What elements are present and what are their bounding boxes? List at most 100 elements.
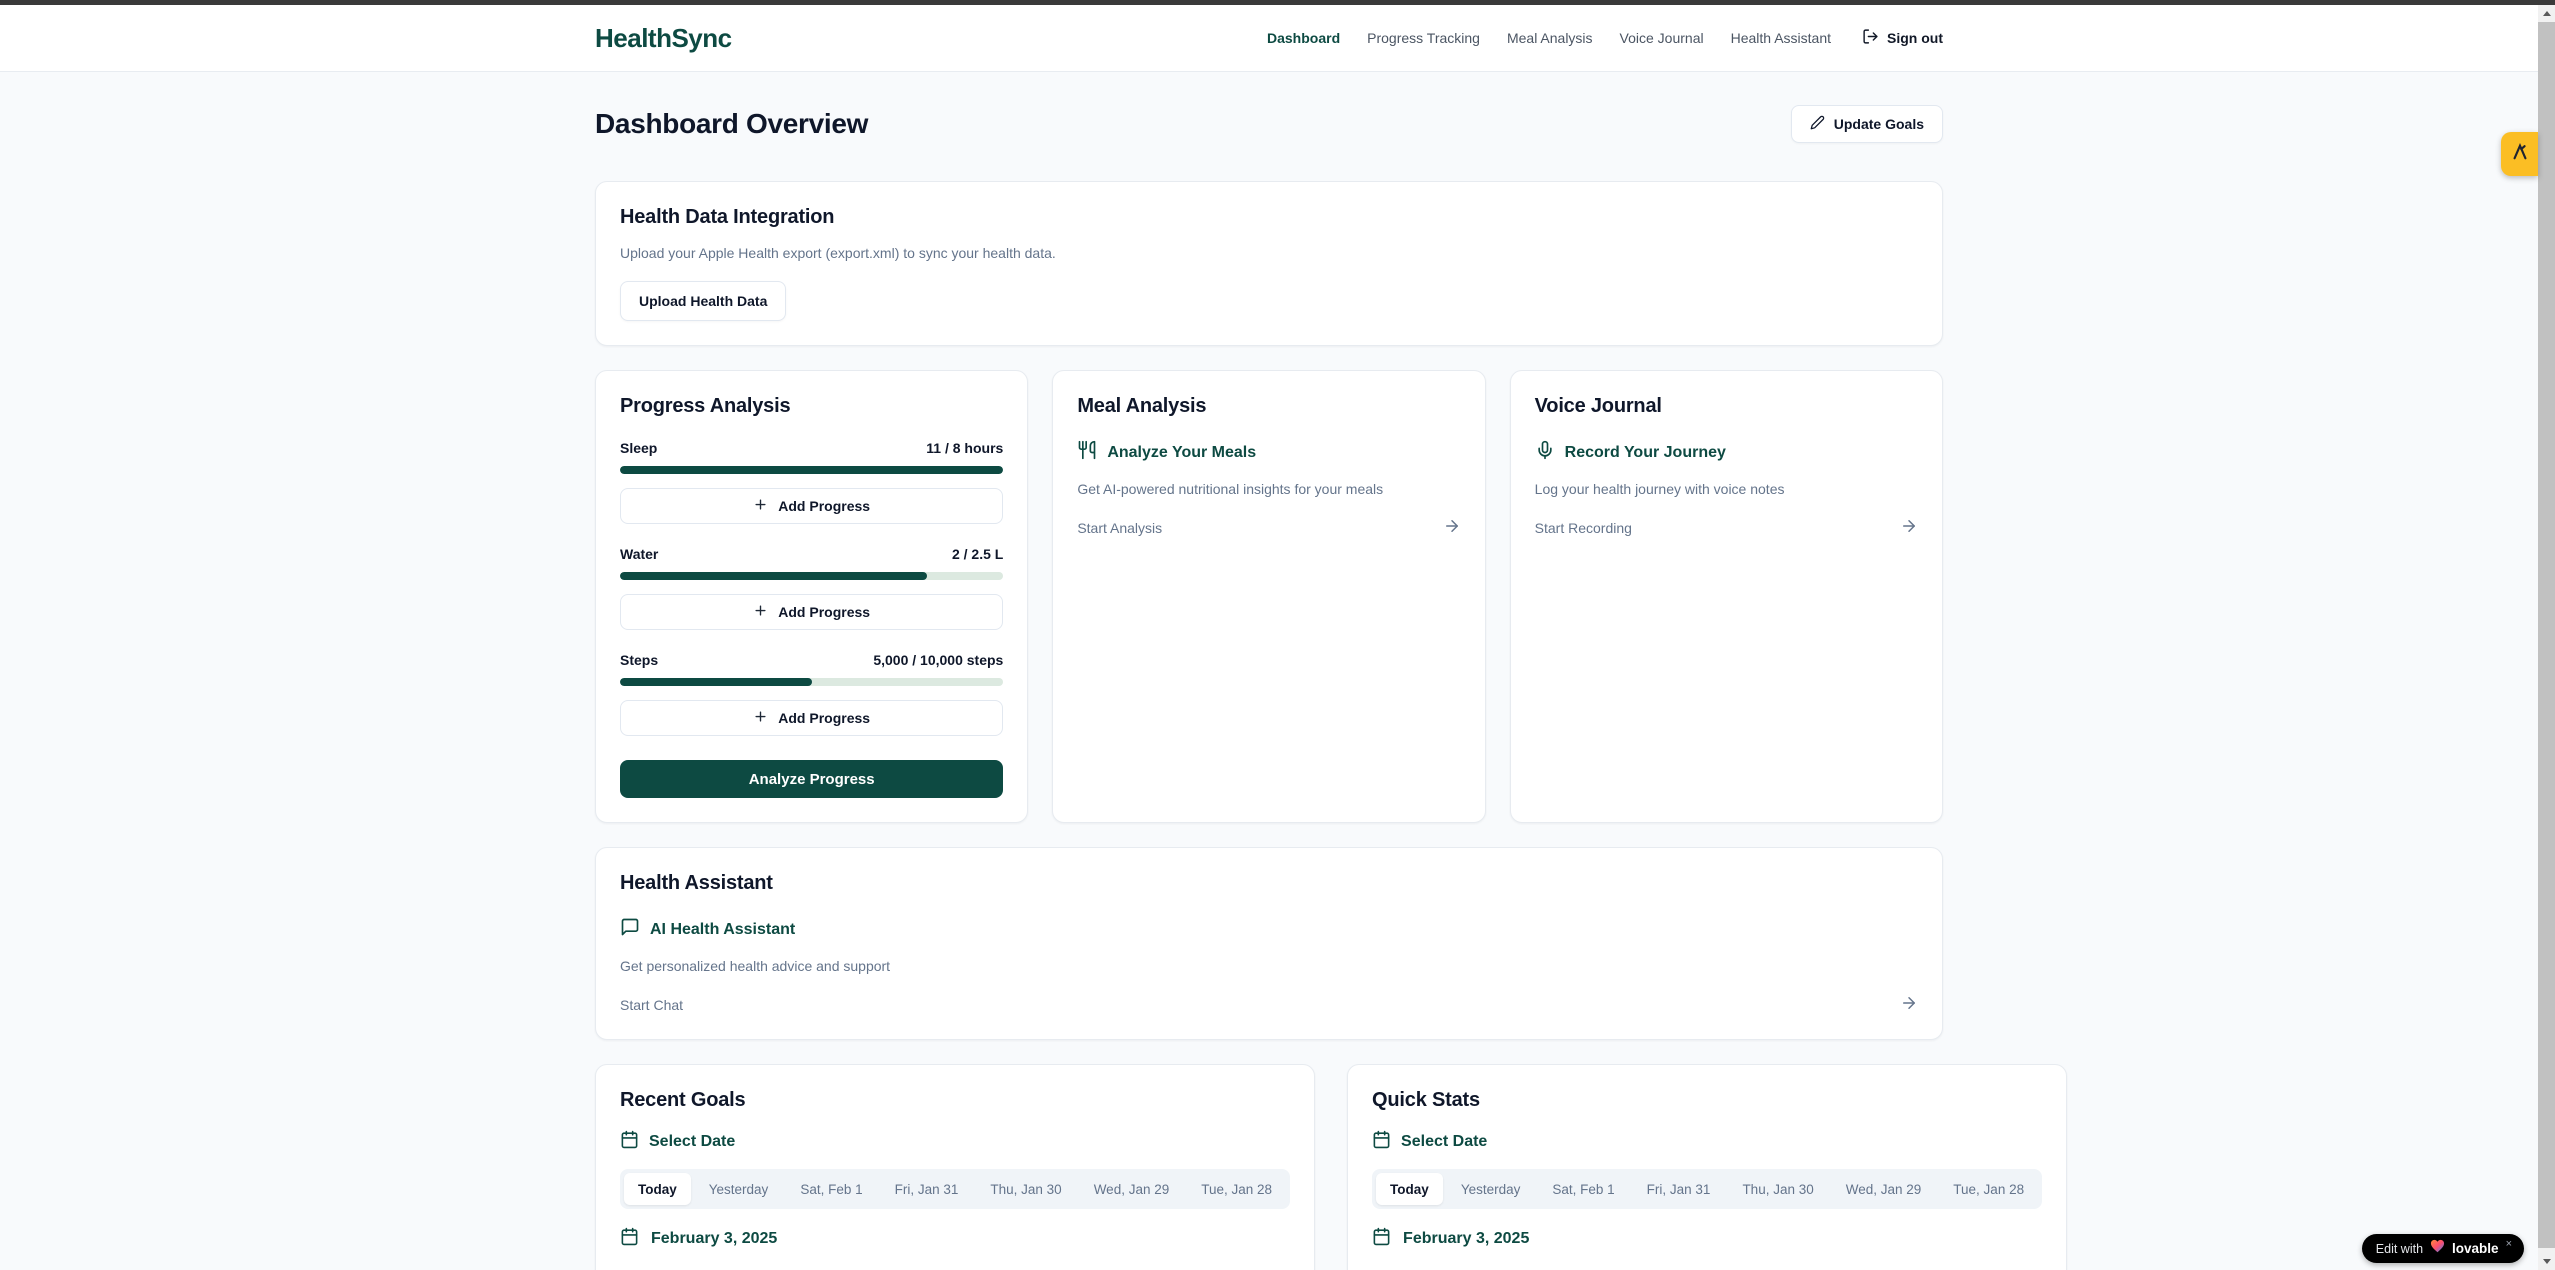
lovable-heart-icon bbox=[2430, 1239, 2445, 1258]
health-assistant-card: Health Assistant AI Health Assistant Get… bbox=[595, 847, 1943, 1040]
update-goals-button[interactable]: Update Goals bbox=[1791, 105, 1943, 143]
nav-dashboard[interactable]: Dashboard bbox=[1267, 30, 1340, 46]
analyze-progress-button[interactable]: Analyze Progress bbox=[620, 760, 1003, 798]
scrollbar-thumb[interactable] bbox=[2538, 22, 2555, 1248]
metric-label: Water bbox=[620, 546, 658, 562]
upload-health-data-button[interactable]: Upload Health Data bbox=[620, 281, 786, 321]
progress-analysis-title: Progress Analysis bbox=[620, 395, 1003, 418]
quick-stats-title: Quick Stats bbox=[1372, 1089, 2042, 1112]
main-nav: Dashboard Progress Tracking Meal Analysi… bbox=[1267, 28, 1943, 48]
signout-button[interactable]: Sign out bbox=[1862, 28, 1943, 48]
utensils-icon bbox=[1077, 440, 1097, 465]
start-analysis-link[interactable]: Start Analysis bbox=[1077, 517, 1460, 538]
main-content: Dashboard Overview Update Goals Health D… bbox=[0, 72, 2538, 1270]
tab-fri-jan-31[interactable]: Fri, Jan 31 bbox=[881, 1173, 973, 1205]
scroll-up-button[interactable] bbox=[2538, 5, 2555, 22]
lovable-label: lovable bbox=[2452, 1241, 2499, 1256]
metric-label: Sleep bbox=[620, 440, 657, 456]
tab-wed-jan-29[interactable]: Wed, Jan 29 bbox=[1080, 1173, 1184, 1205]
metric-sleep: Sleep 11 / 8 hours Add Progress bbox=[620, 440, 1003, 524]
calendar-icon bbox=[620, 1227, 639, 1251]
nav-health-assistant[interactable]: Health Assistant bbox=[1731, 30, 1831, 46]
selected-date[interactable]: February 3, 2025 bbox=[1372, 1227, 2042, 1251]
tab-fri-jan-31[interactable]: Fri, Jan 31 bbox=[1633, 1173, 1725, 1205]
progress-bar-water bbox=[620, 572, 1003, 580]
hdi-title: Health Data Integration bbox=[620, 206, 1918, 229]
tab-today[interactable]: Today bbox=[1376, 1173, 1443, 1205]
scroll-down-button[interactable] bbox=[2538, 1253, 2555, 1270]
tab-today[interactable]: Today bbox=[624, 1173, 691, 1205]
arrow-right-icon bbox=[1900, 994, 1918, 1015]
page-title: Dashboard Overview bbox=[595, 108, 868, 140]
calendar-icon bbox=[1372, 1227, 1391, 1251]
recent-goals-title: Recent Goals bbox=[620, 1089, 1290, 1112]
meal-analysis-title: Meal Analysis bbox=[1077, 395, 1460, 418]
start-chat-link[interactable]: Start Chat bbox=[620, 994, 1918, 1015]
quick-stats-card: Quick Stats Select Date Today Yesterday … bbox=[1347, 1064, 2067, 1270]
close-icon[interactable]: × bbox=[2506, 1238, 2512, 1250]
select-date-button[interactable]: Select Date bbox=[1372, 1130, 2042, 1154]
date-tabs: Today Yesterday Sat, Feb 1 Fri, Jan 31 T… bbox=[1372, 1169, 2042, 1209]
voice-journal-card: Voice Journal Record Your Journey Log yo… bbox=[1510, 370, 1943, 823]
pencil-icon bbox=[1810, 115, 1825, 133]
selected-date[interactable]: February 3, 2025 bbox=[620, 1227, 1290, 1251]
tab-sat-feb-1[interactable]: Sat, Feb 1 bbox=[1538, 1173, 1628, 1205]
health-assistant-title: Health Assistant bbox=[620, 872, 1918, 895]
meal-analysis-description: Get AI-powered nutritional insights for … bbox=[1077, 481, 1460, 497]
add-progress-button-water[interactable]: Add Progress bbox=[620, 594, 1003, 630]
add-progress-button-sleep[interactable]: Add Progress bbox=[620, 488, 1003, 524]
calendar-icon bbox=[620, 1130, 639, 1154]
record-your-journey-link[interactable]: Record Your Journey bbox=[1535, 440, 1918, 465]
health-assistant-description: Get personalized health advice and suppo… bbox=[620, 958, 1918, 974]
tab-sat-feb-1[interactable]: Sat, Feb 1 bbox=[786, 1173, 876, 1205]
meal-analysis-card: Meal Analysis Analyze Your Meals Get AI-… bbox=[1052, 370, 1485, 823]
signout-label: Sign out bbox=[1887, 30, 1943, 46]
voice-journal-title: Voice Journal bbox=[1535, 395, 1918, 418]
chat-bubble-icon bbox=[620, 917, 640, 942]
plus-icon bbox=[753, 497, 768, 515]
app-header: HealthSync Dashboard Progress Tracking M… bbox=[0, 5, 2538, 72]
health-data-integration-card: Health Data Integration Upload your Appl… bbox=[595, 181, 1943, 346]
metric-value: 11 / 8 hours bbox=[926, 440, 1003, 456]
tab-wed-jan-29[interactable]: Wed, Jan 29 bbox=[1832, 1173, 1936, 1205]
arrow-right-icon bbox=[1443, 517, 1461, 538]
voice-journal-description: Log your health journey with voice notes bbox=[1535, 481, 1918, 497]
metric-water: Water 2 / 2.5 L Add Progress bbox=[620, 546, 1003, 630]
tab-thu-jan-30[interactable]: Thu, Jan 30 bbox=[976, 1173, 1075, 1205]
lovable-side-badge[interactable] bbox=[2501, 132, 2538, 176]
metric-value: 5,000 / 10,000 steps bbox=[873, 652, 1003, 668]
metric-value: 2 / 2.5 L bbox=[952, 546, 1003, 562]
hdi-description: Upload your Apple Health export (export.… bbox=[620, 245, 1918, 261]
recent-goals-card: Recent Goals Select Date Today Yesterday… bbox=[595, 1064, 1315, 1270]
tab-thu-jan-30[interactable]: Thu, Jan 30 bbox=[1728, 1173, 1827, 1205]
nav-meal-analysis[interactable]: Meal Analysis bbox=[1507, 30, 1593, 46]
metric-label: Steps bbox=[620, 652, 658, 668]
select-date-button[interactable]: Select Date bbox=[620, 1130, 1290, 1154]
calendar-icon bbox=[1372, 1130, 1391, 1154]
progress-bar-steps bbox=[620, 678, 1003, 686]
tab-tue-jan-28[interactable]: Tue, Jan 28 bbox=[1187, 1173, 1286, 1205]
tab-yesterday[interactable]: Yesterday bbox=[1447, 1173, 1535, 1205]
microphone-icon bbox=[1535, 440, 1555, 465]
add-progress-button-steps[interactable]: Add Progress bbox=[620, 700, 1003, 736]
lovable-logo-icon bbox=[2510, 142, 2530, 167]
metric-steps: Steps 5,000 / 10,000 steps Add Progress bbox=[620, 652, 1003, 736]
tab-yesterday[interactable]: Yesterday bbox=[695, 1173, 783, 1205]
progress-analysis-card: Progress Analysis Sleep 11 / 8 hours Add… bbox=[595, 370, 1028, 823]
analyze-your-meals-link[interactable]: Analyze Your Meals bbox=[1077, 440, 1460, 465]
arrow-right-icon bbox=[1900, 517, 1918, 538]
page-scrollbar[interactable] bbox=[2538, 5, 2555, 1270]
ai-health-assistant-link[interactable]: AI Health Assistant bbox=[620, 917, 1918, 942]
brand-logo: HealthSync bbox=[595, 23, 732, 54]
edit-with-label: Edit with bbox=[2376, 1242, 2423, 1256]
plus-icon bbox=[753, 709, 768, 727]
plus-icon bbox=[753, 603, 768, 621]
nav-voice-journal[interactable]: Voice Journal bbox=[1620, 30, 1704, 46]
edit-with-lovable-badge[interactable]: Edit with lovable × bbox=[2362, 1234, 2524, 1263]
progress-bar-sleep bbox=[620, 466, 1003, 474]
date-tabs: Today Yesterday Sat, Feb 1 Fri, Jan 31 T… bbox=[620, 1169, 1290, 1209]
tab-tue-jan-28[interactable]: Tue, Jan 28 bbox=[1939, 1173, 2038, 1205]
logout-icon bbox=[1862, 28, 1879, 48]
start-recording-link[interactable]: Start Recording bbox=[1535, 517, 1918, 538]
nav-progress-tracking[interactable]: Progress Tracking bbox=[1367, 30, 1480, 46]
